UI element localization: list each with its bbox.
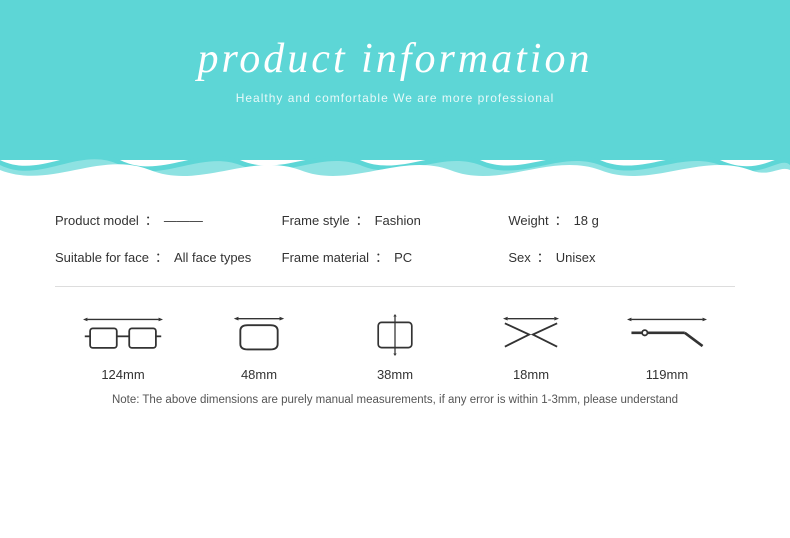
- note-text: Note: The above dimensions are purely ma…: [55, 394, 735, 406]
- dim-label-2: 48mm: [241, 367, 277, 382]
- divider: [55, 286, 735, 287]
- wave-decoration: [0, 140, 790, 190]
- frame-material-value: PC: [394, 250, 412, 265]
- dimension-item-1: 124mm: [83, 312, 163, 382]
- product-info-grid: Product model ： ——— Frame style ： Fashio…: [55, 210, 735, 266]
- face-info: Suitable for face ： All face types: [55, 247, 282, 266]
- dim-icon-1: [83, 312, 163, 357]
- weight-colon: ：: [555, 210, 568, 229]
- model-info: Product model ： ———: [55, 210, 282, 229]
- dimension-item-5: 119mm: [627, 312, 707, 382]
- sex-label: Sex: [508, 250, 530, 265]
- face-label: Suitable for face: [55, 250, 149, 265]
- dimension-item-3: 38mm: [355, 312, 435, 382]
- frame-style-value: Fashion: [375, 213, 421, 228]
- dimension-item-4: 18mm: [491, 312, 571, 382]
- model-value: ———: [164, 213, 203, 228]
- frame-style-colon: ：: [356, 210, 369, 229]
- dim-icon-2: [219, 312, 299, 357]
- header-subtitle: Healthy and comfortable We are more prof…: [236, 91, 555, 105]
- sex-colon: ：: [537, 247, 550, 266]
- dim-label-5: 119mm: [646, 367, 688, 382]
- main-content: Product model ： ——— Frame style ： Fashio…: [0, 160, 790, 426]
- model-label: Product model: [55, 213, 139, 228]
- sex-info: Sex ： Unisex: [508, 247, 735, 266]
- sex-value: Unisex: [556, 250, 596, 265]
- page-title: product information: [198, 35, 593, 83]
- weight-label: Weight: [508, 213, 548, 228]
- frame-material-colon: ：: [375, 247, 388, 266]
- dim-icon-3: [355, 312, 435, 357]
- dim-label-3: 38mm: [377, 367, 413, 382]
- dim-label-4: 18mm: [513, 367, 549, 382]
- weight-value: 18 g: [574, 213, 599, 228]
- header-section: product information Healthy and comforta…: [0, 0, 790, 160]
- frame-style-info: Frame style ： Fashion: [282, 210, 509, 229]
- face-value: All face types: [174, 250, 251, 265]
- face-colon: ：: [155, 247, 168, 266]
- dim-label-1: 124mm: [101, 367, 144, 382]
- dimension-item-2: 48mm: [219, 312, 299, 382]
- dimensions-row: 124mm 48mm: [55, 312, 735, 382]
- model-colon: ：: [145, 210, 158, 229]
- dim-icon-4: [491, 312, 571, 357]
- weight-info: Weight ： 18 g: [508, 210, 735, 229]
- dim-icon-5: [627, 312, 707, 357]
- frame-material-info: Frame material ： PC: [282, 247, 509, 266]
- frame-material-label: Frame material: [282, 250, 369, 265]
- frame-style-label: Frame style: [282, 213, 350, 228]
